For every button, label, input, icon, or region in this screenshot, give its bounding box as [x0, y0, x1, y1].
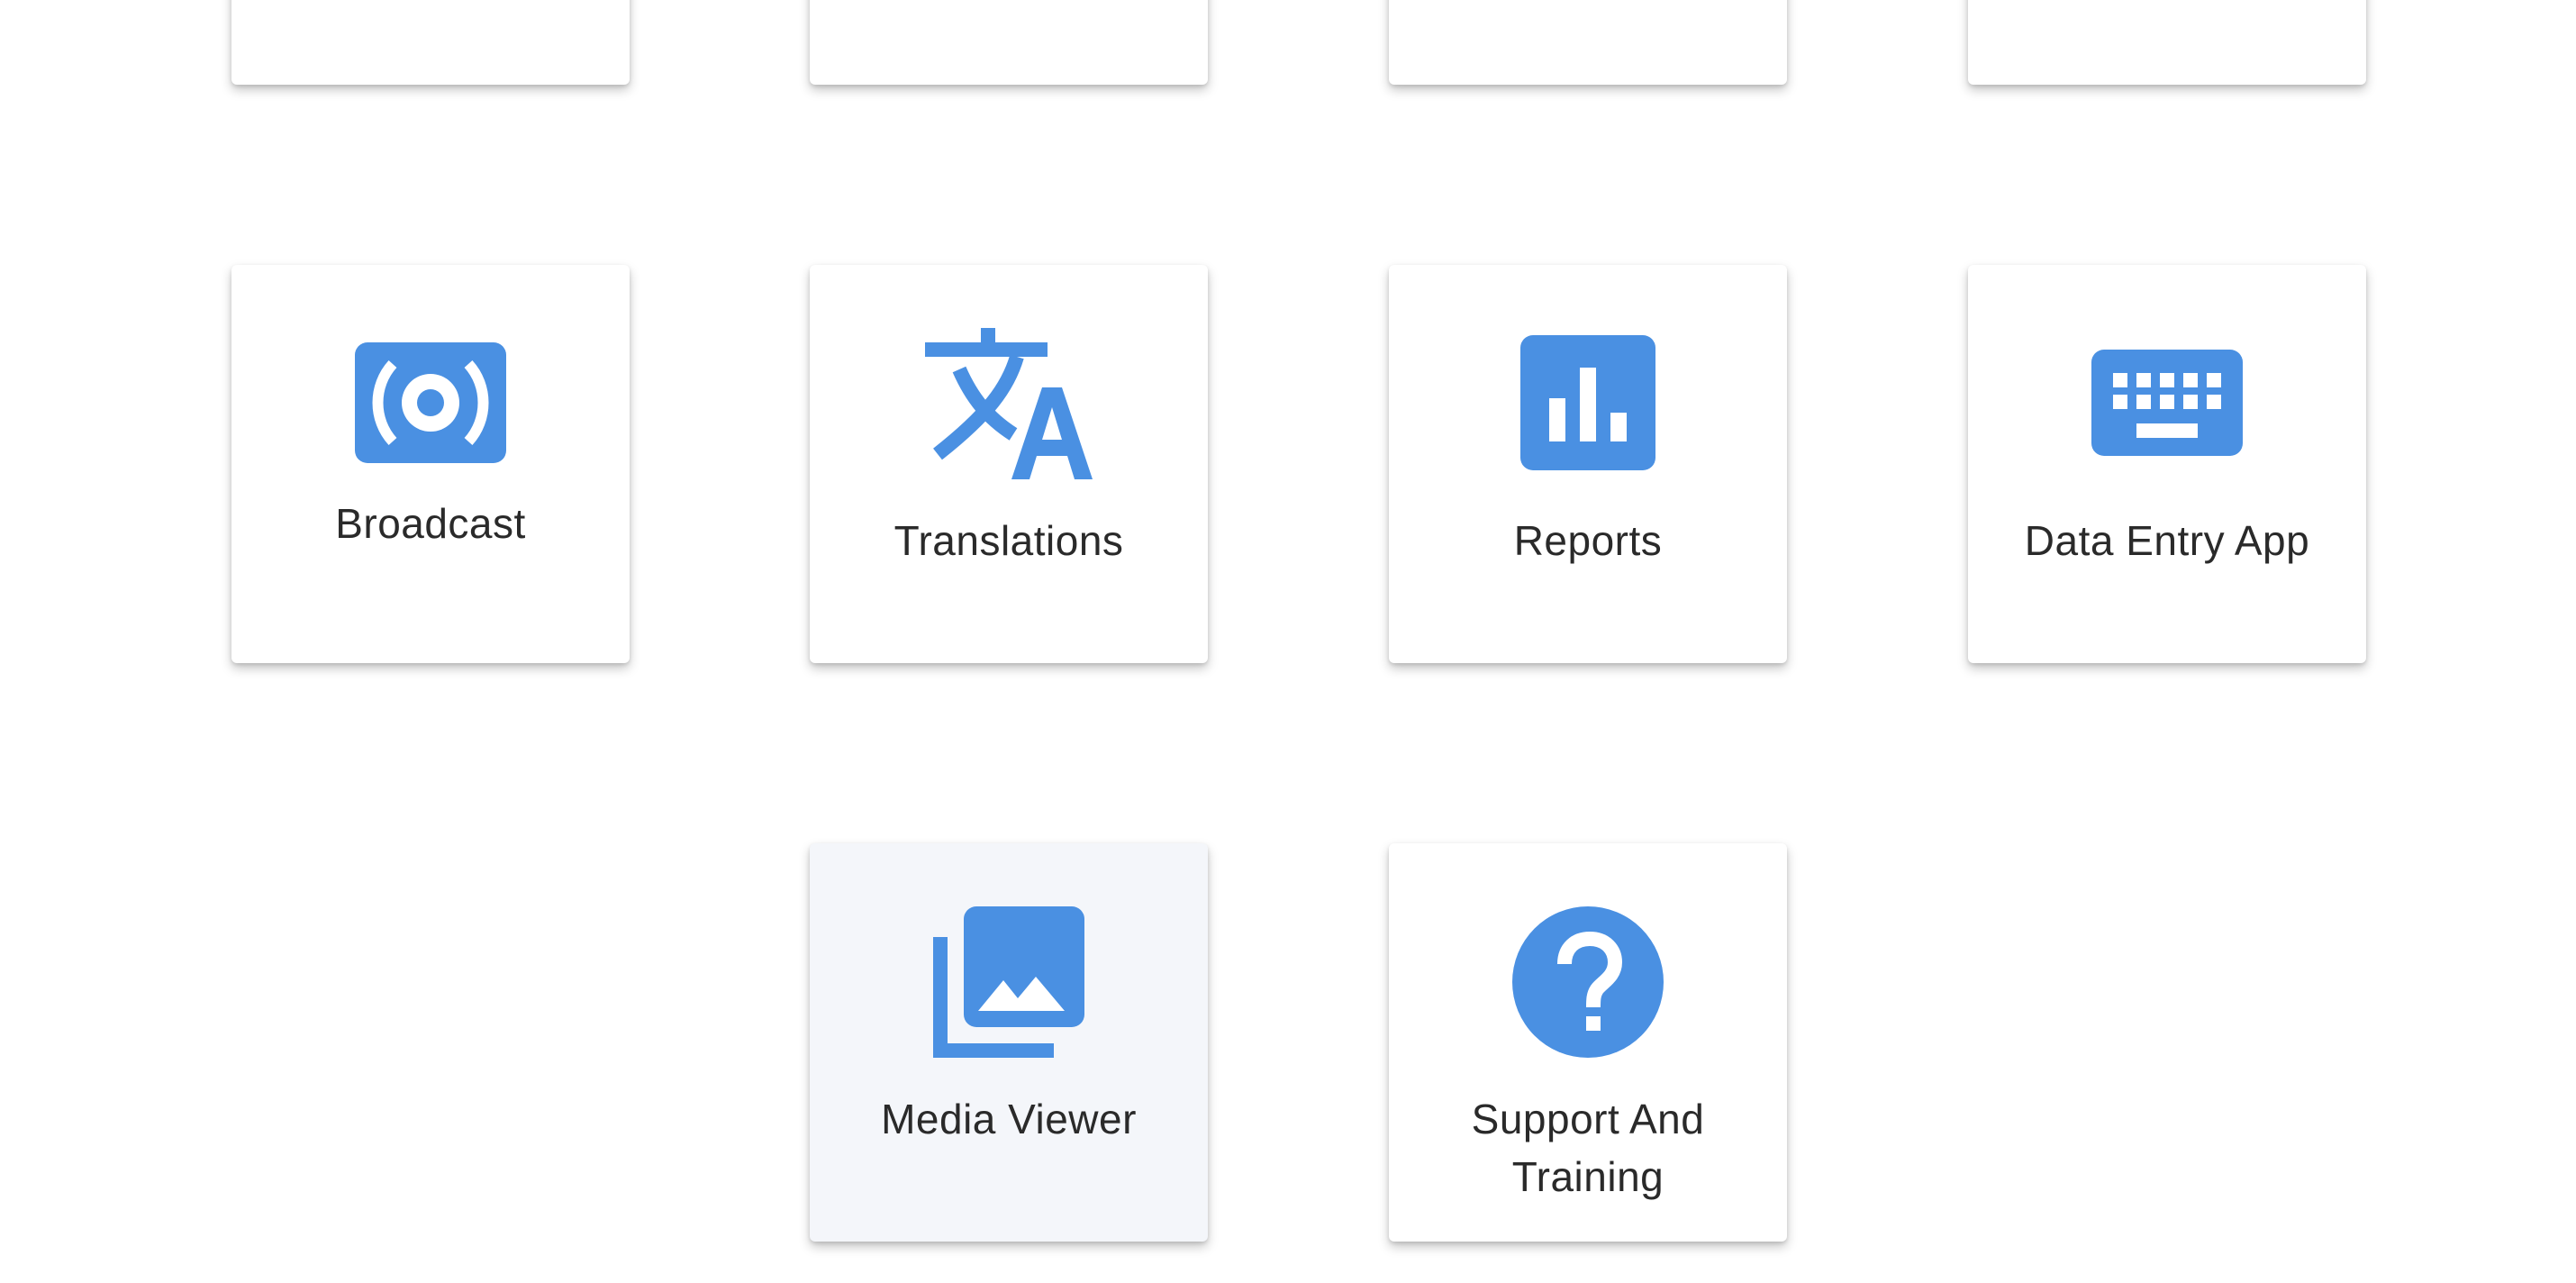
app-tile-partial-2[interactable]	[810, 0, 1208, 85]
bar-chart-icon	[1520, 335, 1655, 470]
app-tile-data-entry-app[interactable]: Data Entry App	[1968, 265, 2366, 663]
app-launcher-grid: Broadcast Translations Reports Data Entr…	[0, 0, 2576, 1283]
tile-label-media-viewer: Media Viewer	[881, 1096, 1137, 1142]
app-tile-translations[interactable]: Translations	[810, 265, 1208, 663]
tile-label-support-and-training: Support And Training	[1471, 1096, 1705, 1200]
broadcast-icon	[355, 342, 506, 463]
tile-label-translations: Translations	[893, 517, 1124, 564]
tile-label-reports: Reports	[1513, 517, 1663, 564]
app-tile-reports[interactable]: Reports	[1389, 265, 1787, 663]
app-tile-partial-3[interactable]	[1389, 0, 1787, 85]
tile-label-data-entry-app: Data Entry App	[2024, 517, 2310, 564]
keyboard-icon	[2091, 350, 2243, 456]
app-tile-media-viewer[interactable]: Media Viewer	[810, 843, 1208, 1242]
app-tile-partial-4[interactable]	[1968, 0, 2366, 85]
photo-library-icon	[933, 906, 1084, 1058]
app-tile-broadcast[interactable]: Broadcast	[231, 265, 630, 663]
translate-icon	[925, 328, 1093, 479]
app-tile-partial-1[interactable]	[231, 0, 630, 85]
help-circle-icon	[1512, 906, 1664, 1058]
tile-label-broadcast: Broadcast	[335, 500, 526, 547]
app-tile-support-and-training[interactable]: Support And Training	[1389, 843, 1787, 1242]
